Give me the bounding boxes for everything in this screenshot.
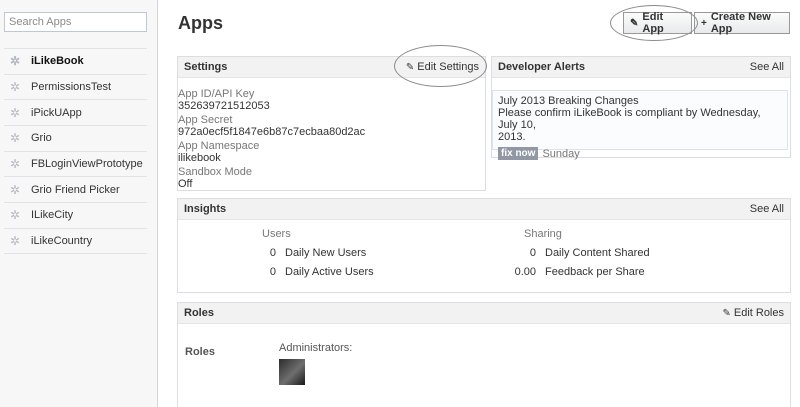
alert-date: Sunday — [542, 147, 580, 160]
roles-panel: Roles ✎ Edit Roles Roles Administrators: — [177, 302, 791, 407]
alerts-title: Developer Alerts — [498, 61, 586, 73]
gear-icon: ✲ — [10, 131, 21, 146]
edit-settings-link[interactable]: ✎ Edit Settings — [406, 61, 479, 73]
plus-icon: + — [701, 17, 707, 29]
metric-value: 0 — [269, 266, 276, 278]
metric-row: 0 Daily Active Users — [236, 266, 374, 278]
edit-app-button[interactable]: ✎ Edit App — [623, 11, 692, 35]
insights-header: Insights See All — [178, 199, 790, 220]
field-label: Sandbox Mode — [178, 166, 252, 178]
metric-value: 0 — [269, 247, 276, 259]
fix-now-button[interactable]: fix now — [498, 147, 539, 160]
alert-text: 2013. — [498, 131, 526, 143]
insights-title: Insights — [184, 203, 227, 215]
sidebar-item-label: iPickUApp — [31, 106, 82, 119]
alerts-header: Developer Alerts See All — [492, 57, 790, 78]
sidebar-item-label: iLikeCountry — [31, 234, 93, 247]
insights-see-all-link[interactable]: See All — [750, 203, 784, 215]
settings-title: Settings — [184, 61, 228, 73]
users-heading: Users — [262, 228, 291, 240]
settings-panel: Settings ✎ Edit Settings App ID/API Key … — [177, 56, 486, 191]
metric-row: 0 Daily New Users — [236, 247, 366, 259]
metric-label: Daily Content Shared — [545, 247, 650, 259]
sidebar-item-label: PermissionsTest — [31, 81, 112, 94]
sidebar-item-label: iLikeBook — [31, 55, 84, 68]
metric-label: Feedback per Share — [545, 266, 645, 278]
sidebar-item-ipickuapp[interactable]: ✲ iPickUApp — [4, 99, 147, 125]
field-value: 972a0ecf5f1847e6b87c7ecbaa80d2ac — [178, 126, 366, 138]
sharing-heading: Sharing — [524, 228, 562, 240]
gear-icon: ✲ — [10, 80, 21, 95]
gear-icon: ✲ — [10, 54, 21, 69]
create-app-label: Create New App — [710, 11, 771, 35]
gear-icon: ✲ — [10, 182, 21, 197]
roles-section-label: Roles — [185, 346, 215, 358]
search-apps-input[interactable] — [4, 12, 147, 32]
avatar[interactable] — [279, 359, 305, 385]
metric-value: 0.00 — [514, 266, 536, 278]
app-list: ✲ iLikeBook ✲ PermissionsTest ✲ iPickUAp… — [4, 48, 147, 254]
pencil-icon: ✎ — [722, 307, 731, 319]
settings-header: Settings ✎ Edit Settings — [178, 57, 485, 78]
roles-title: Roles — [184, 307, 214, 319]
gear-icon: ✲ — [10, 208, 21, 223]
field-label: App ID/API Key — [178, 88, 255, 100]
alert-footer: fix now Sunday — [498, 147, 782, 160]
edit-app-label: Edit App — [642, 11, 664, 35]
metric-value: 0 — [529, 247, 536, 259]
gear-icon: ✲ — [10, 157, 21, 172]
page-title: Apps — [178, 13, 223, 33]
pencil-icon: ✎ — [630, 17, 639, 29]
administrators-label: Administrators: — [279, 342, 353, 354]
gear-icon: ✲ — [10, 105, 21, 120]
settings-fields: App ID/API Key 352639721512053 App Secre… — [178, 83, 365, 192]
pencil-icon: ✎ — [405, 61, 415, 73]
gear-icon: ✲ — [10, 233, 21, 248]
alert-title: July 2013 Breaking Changes — [498, 95, 639, 107]
field-value: 352639721512053 — [178, 100, 270, 112]
sidebar-item-grio-friend-picker[interactable]: ✲ Grio Friend Picker — [4, 176, 147, 202]
insights-panel: Insights See All Users Sharing 0 Daily N… — [177, 198, 791, 293]
edit-roles-label: Edit Roles — [733, 307, 784, 319]
metric-row: 0.00 Feedback per Share — [496, 266, 645, 278]
edit-roles-link[interactable]: ✎ Edit Roles — [722, 307, 784, 319]
alert-text: Please confirm iLikeBook is compliant by… — [498, 107, 761, 131]
sidebar-item-fbloginviewprototype[interactable]: ✲ FBLoginViewPrototype — [4, 150, 147, 177]
sidebar-item-permissionstest[interactable]: ✲ PermissionsTest — [4, 73, 147, 100]
sidebar-item-ilikebook[interactable]: ✲ iLikeBook — [4, 48, 147, 74]
sidebar-item-label: Grio Friend Picker — [31, 183, 120, 196]
sidebar-item-ilikecity[interactable]: ✲ ILikeCity — [4, 202, 147, 228]
metric-row: 0 Daily Content Shared — [496, 247, 650, 259]
field-value: Off — [178, 178, 193, 190]
sidebar: ✲ iLikeBook ✲ PermissionsTest ✲ iPickUAp… — [0, 0, 158, 407]
create-new-app-button[interactable]: + Create New App — [694, 11, 790, 35]
metric-label: Daily New Users — [285, 247, 367, 259]
field-label: App Secret — [178, 114, 233, 126]
field-value: ilikebook — [178, 152, 221, 164]
alert-item: July 2013 Breaking Changes Please confir… — [492, 90, 788, 160]
developer-alerts-panel: Developer Alerts See All July 2013 Break… — [491, 56, 791, 160]
sidebar-item-label: Grio — [31, 132, 52, 145]
sidebar-item-label: FBLoginViewPrototype — [31, 158, 143, 171]
roles-header: Roles ✎ Edit Roles — [178, 303, 790, 324]
sidebar-item-grio[interactable]: ✲ Grio — [4, 125, 147, 151]
sidebar-item-ilikecountry[interactable]: ✲ iLikeCountry — [4, 227, 147, 254]
field-label: App Namespace — [178, 140, 260, 152]
alerts-see-all-link[interactable]: See All — [750, 61, 784, 73]
main-content: Apps ✎ Edit App + Create New App Setting… — [158, 0, 800, 407]
sidebar-item-label: ILikeCity — [31, 209, 74, 222]
edit-settings-label: Edit Settings — [417, 61, 479, 73]
metric-label: Daily Active Users — [285, 266, 374, 278]
